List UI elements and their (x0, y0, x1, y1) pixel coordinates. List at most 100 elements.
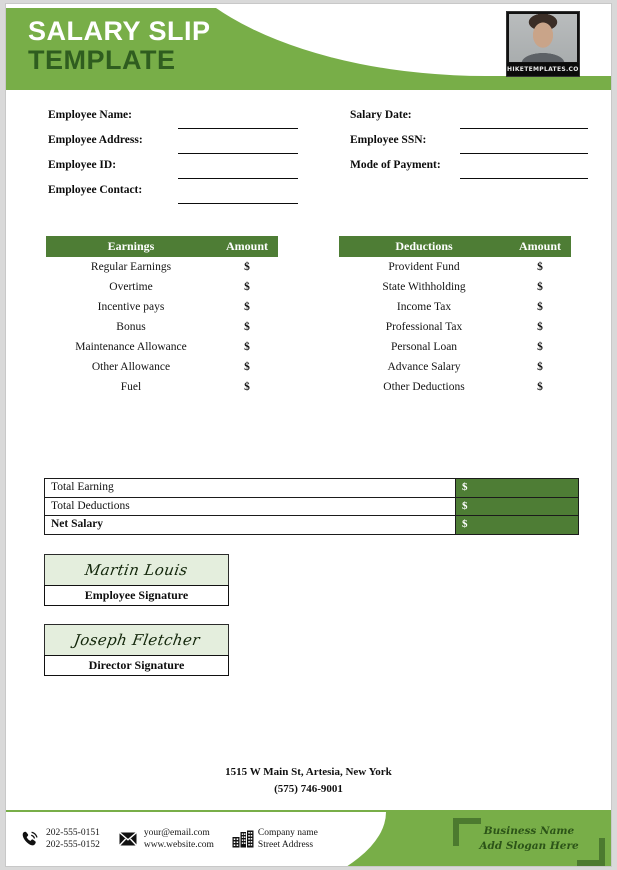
field-row: Employee SSN: (350, 129, 588, 154)
footer-email-item: your@email.com www.website.com (118, 827, 214, 851)
table-row: Provident Fund $ (339, 257, 571, 277)
title-line-1: SALARY SLIP (28, 16, 211, 46)
row-amount[interactable]: $ (216, 361, 278, 373)
director-signature-pad[interactable]: Joseph Fletcher (44, 624, 229, 655)
employee-fields-left: Employee Name: Employee Address: Employee … (48, 104, 298, 204)
table-row: Professional Tax $ (339, 317, 571, 337)
field-label: Employee SSN: (350, 134, 427, 146)
field-row: Mode of Payment: (350, 154, 588, 179)
title-line-2: TEMPLATE (28, 45, 176, 75)
earnings-table: Earnings Amount Regular Earnings $ Overtim… (46, 236, 278, 397)
footer-email-address: your@email.com (143, 828, 210, 838)
address-phone: (575) 746-9001 (274, 783, 343, 795)
employee-signature-name: Martin Louis (83, 561, 190, 579)
row-amount[interactable]: $ (216, 381, 278, 393)
row-label: Personal Loan (390, 341, 458, 353)
row-label: Regular Earnings (90, 261, 172, 273)
row-label: Fuel (120, 381, 142, 393)
row-amount[interactable]: $ (509, 381, 571, 393)
employee-signature-caption: Employee Signature (44, 585, 229, 606)
badge-slogan: Add Slogan Here (479, 840, 579, 852)
table-row: Other Deductions $ (339, 377, 571, 397)
row-amount[interactable]: $ (509, 281, 571, 293)
row-label: Advance Salary (387, 361, 461, 373)
footer-website: www.website.com (143, 840, 214, 850)
field-row: Employee ID: (48, 154, 298, 179)
deductions-header-label: Deductions (395, 239, 453, 253)
footer-company-text: Company name Street Address (258, 827, 318, 851)
table-row: Overtime $ (46, 277, 278, 297)
row-amount[interactable]: $ (509, 341, 571, 353)
footer-company-item: Company name Street Address (232, 827, 318, 851)
field-label: Employee ID: (48, 159, 117, 171)
total-amount[interactable]: $ (455, 479, 578, 497)
header-bottom-strip (6, 76, 611, 90)
row-label: Provident Fund (388, 261, 460, 273)
row-label: Incentive pays (97, 301, 165, 313)
field-row: Employee Name: (48, 104, 298, 129)
deductions-amount-header: Amount (518, 239, 561, 253)
row-label: Other Deductions (383, 381, 465, 393)
row-amount[interactable]: $ (216, 281, 278, 293)
address-line-1: 1515 W Main St, Artesia, New York (225, 766, 392, 778)
row-amount[interactable]: $ (509, 301, 571, 313)
deductions-table: Deductions Amount Provident Fund $ State W… (339, 236, 571, 397)
logo-portrait-image (509, 14, 577, 62)
total-amount[interactable]: $ (455, 516, 578, 534)
total-row: Total Earning $ (44, 478, 579, 497)
row-label: Income Tax (396, 301, 452, 313)
row-amount[interactable]: $ (216, 301, 278, 313)
row-amount[interactable]: $ (216, 321, 278, 333)
totals-table: Total Earning $ Total Deductions $ Net Salar… (44, 478, 579, 535)
field-input-line[interactable] (460, 178, 588, 179)
table-row: Incentive pays $ (46, 297, 278, 317)
email-icon (118, 830, 138, 848)
row-amount[interactable]: $ (216, 261, 278, 273)
row-label: Professional Tax (385, 321, 463, 333)
earnings-table-header: Earnings Amount (46, 236, 278, 257)
earnings-header-label: Earnings (107, 239, 155, 253)
director-signature-caption: Director Signature (44, 655, 229, 676)
row-label: Maintenance Allowance (75, 341, 187, 353)
table-row: Income Tax $ (339, 297, 571, 317)
logo: HIKETEMPLATES.COM (506, 11, 580, 77)
row-amount[interactable]: $ (216, 341, 278, 353)
table-row: Personal Loan $ (339, 337, 571, 357)
field-input-line[interactable] (178, 203, 298, 204)
company-address: 1515 W Main St, Artesia, New York (575) … (6, 764, 611, 798)
table-row: Advance Salary $ (339, 357, 571, 377)
field-label: Salary Date: (350, 109, 412, 121)
footer-phone-item: 202-555-0151 202-555-0152 (20, 827, 100, 851)
building-icon (232, 830, 254, 848)
table-row: Fuel $ (46, 377, 278, 397)
row-label: Other Allowance (91, 361, 171, 373)
total-amount[interactable]: $ (455, 497, 578, 515)
footer-email-text: your@email.com www.website.com (144, 827, 214, 851)
employee-signature-pad[interactable]: Martin Louis (44, 554, 229, 585)
row-amount[interactable]: $ (509, 321, 571, 333)
earnings-rows: Regular Earnings $ Overtime $ Incentive pays… (46, 257, 278, 397)
total-label: Total Deductions (51, 499, 130, 512)
field-row: Employee Address: (48, 129, 298, 154)
total-row: Net Salary $ (44, 515, 579, 535)
row-label: Bonus (116, 321, 146, 333)
employee-fields-right: Salary Date: Employee SSN: Mode of Payment… (350, 104, 588, 179)
total-label: Net Salary (51, 518, 104, 530)
total-label: Total Earning (51, 481, 114, 493)
footer-phone-text: 202-555-0151 202-555-0152 (46, 827, 100, 851)
table-row: Bonus $ (46, 317, 278, 337)
row-amount[interactable]: $ (509, 361, 571, 373)
director-signature-block: Joseph Fletcher Director Signature (44, 624, 229, 676)
field-label: Mode of Payment: (350, 159, 441, 171)
document-footer: 202-555-0151 202-555-0152 your@email.com… (6, 810, 611, 866)
footer-phone-1: 202-555-0151 (46, 828, 100, 838)
business-badge: Business Name Add Slogan Here (453, 818, 605, 866)
employee-signature-block: Martin Louis Employee Signature (44, 554, 229, 606)
footer-company-name: Company name (257, 828, 318, 838)
deductions-rows: Provident Fund $ State Withholding $ Income … (339, 257, 571, 397)
page-title: SALARY SLIP TEMPLATE (28, 18, 211, 74)
phone-icon (20, 830, 40, 848)
table-row: Other Allowance $ (46, 357, 278, 377)
employee-fields-section: Employee Name: Employee Address: Employee … (6, 104, 611, 214)
row-amount[interactable]: $ (509, 261, 571, 273)
